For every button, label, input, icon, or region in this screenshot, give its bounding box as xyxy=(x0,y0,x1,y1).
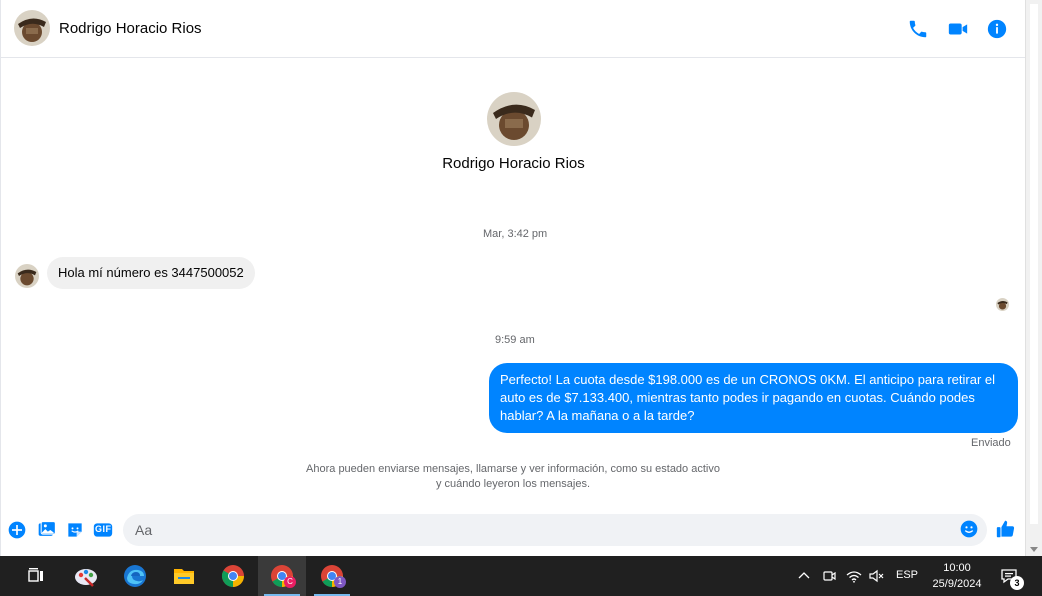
notification-count: 3 xyxy=(1010,576,1024,590)
contact-name[interactable]: Rodrigo Horacio Rios xyxy=(59,20,202,37)
timestamp: 9:59 am xyxy=(495,334,535,346)
video-call-icon[interactable] xyxy=(947,18,969,40)
message-composer: GIF xyxy=(1,510,1026,556)
chrome-profile-c-icon[interactable]: C xyxy=(258,556,306,596)
meet-now-icon[interactable] xyxy=(822,556,836,596)
sender-avatar[interactable] xyxy=(15,264,39,288)
info-icon[interactable] xyxy=(986,18,1008,40)
windows-taskbar: C 1 ESP 10:00 25/9/2024 3 xyxy=(0,556,1042,596)
gif-icon[interactable]: GIF xyxy=(93,520,113,540)
profile-badge: 1 xyxy=(334,576,346,588)
profile-intro: Rodrigo Horacio Rios xyxy=(1,92,1026,172)
show-hidden-icons[interactable] xyxy=(798,556,810,596)
incoming-message[interactable]: Hola mí número es 3447500052 xyxy=(47,257,255,289)
timestamp: Mar, 3:42 pm xyxy=(483,228,548,240)
file-explorer-icon[interactable] xyxy=(160,556,208,596)
clock-time: 10:00 xyxy=(943,562,971,574)
seen-indicator-avatar xyxy=(996,298,1009,311)
clock-date: 25/9/2024 xyxy=(932,578,982,590)
edge-icon[interactable] xyxy=(111,556,159,596)
message-input[interactable] xyxy=(123,514,987,546)
language-indicator[interactable]: ESP xyxy=(896,569,918,581)
paint-app-icon[interactable] xyxy=(62,556,110,596)
task-view-icon[interactable] xyxy=(12,556,60,596)
volume-muted-icon[interactable] xyxy=(868,556,884,596)
clock[interactable]: 10:00 25/9/2024 xyxy=(924,560,990,592)
profile-badge: C xyxy=(284,576,296,588)
plus-icon[interactable] xyxy=(7,520,27,540)
emoji-icon[interactable] xyxy=(959,519,979,539)
message-status: Enviado xyxy=(971,437,1011,449)
profile-avatar[interactable] xyxy=(486,92,541,146)
messenger-window: Rodrigo Horacio Rios Rodrigo Horacio Rio… xyxy=(0,0,1026,556)
scrollbar-thumb[interactable] xyxy=(1030,4,1038,524)
like-icon[interactable] xyxy=(995,518,1017,540)
chrome-profile-2-icon[interactable]: 1 xyxy=(308,556,356,596)
privacy-notice: Ahora pueden enviarse mensajes, llamarse… xyxy=(301,462,725,492)
gif-label: GIF xyxy=(95,524,112,534)
sticker-icon[interactable] xyxy=(65,520,85,540)
wifi-icon[interactable] xyxy=(846,556,862,596)
chrome-icon[interactable] xyxy=(209,556,257,596)
scroll-down-icon[interactable] xyxy=(1030,547,1038,552)
phone-icon[interactable] xyxy=(907,18,929,40)
contact-avatar[interactable] xyxy=(14,10,50,46)
gallery-icon[interactable] xyxy=(37,520,57,540)
profile-name[interactable]: Rodrigo Horacio Rios xyxy=(1,155,1026,172)
notice-line: y cuándo leyeron los mensajes. xyxy=(435,478,591,490)
window-scrollbar[interactable] xyxy=(1025,0,1042,556)
notice-line: Ahora pueden enviarse mensajes, llamarse… xyxy=(306,463,720,475)
outgoing-message[interactable]: Perfecto! La cuota desde $198.000 es de … xyxy=(489,363,1018,433)
chat-header: Rodrigo Horacio Rios xyxy=(1,0,1026,58)
